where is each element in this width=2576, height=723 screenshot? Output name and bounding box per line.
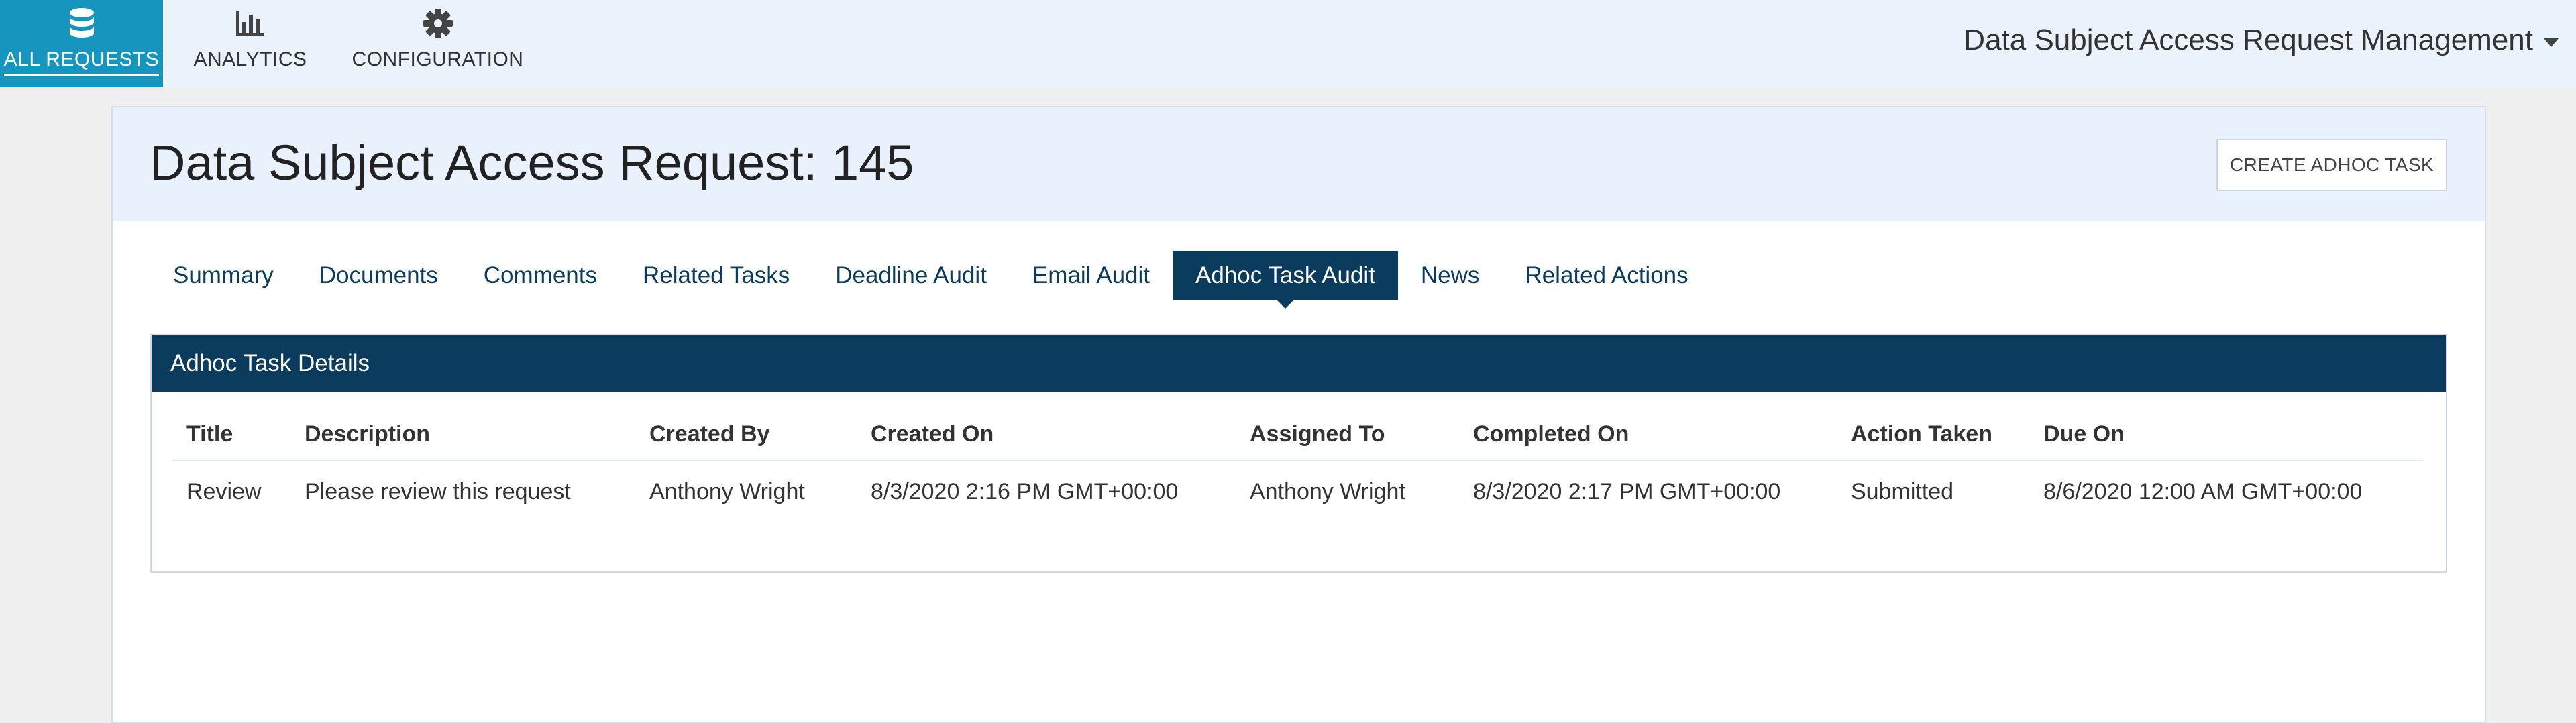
nav-label: ANALYTICS <box>193 48 307 70</box>
column-header-description: Description <box>305 421 431 447</box>
tab-email-audit[interactable]: Email Audit <box>1010 251 1173 300</box>
cell-title: Review <box>186 479 262 504</box>
cell-created-by: Anthony Wright <box>649 479 805 504</box>
column-header-completed-on: Completed On <box>1473 421 1629 447</box>
tab-news[interactable]: News <box>1398 251 1503 300</box>
column-header-action-taken: Action Taken <box>1851 421 1992 447</box>
column-header-created-by: Created By <box>649 421 770 447</box>
tab-related-actions[interactable]: Related Actions <box>1502 251 1711 300</box>
cell-action-taken: Submitted <box>1851 479 1954 504</box>
cell-assigned-to: Anthony Wright <box>1250 479 1405 504</box>
table-header-row: Title Description Created By Created On … <box>172 417 2423 461</box>
nav-label: CONFIGURATION <box>352 48 524 70</box>
request-panel: Data Subject Access Request: 145 CREATE … <box>111 106 2486 723</box>
cell-created-on: 8/3/2020 2:16 PM GMT+00:00 <box>871 479 1179 504</box>
app-switcher-dropdown[interactable]: Data Subject Access Request Management <box>1964 20 2559 60</box>
tab-comments[interactable]: Comments <box>461 251 620 300</box>
tab-deadline-audit[interactable]: Deadline Audit <box>812 251 1010 300</box>
adhoc-task-table: Title Description Created By Created On … <box>172 417 2423 522</box>
nav-label: ALL REQUESTS <box>3 48 160 76</box>
adhoc-task-details-card: Adhoc Task Details Title Description Cre… <box>150 334 2447 573</box>
column-header-due-on: Due On <box>2043 421 2125 447</box>
cell-due-on: 8/6/2020 12:00 AM GMT+00:00 <box>2043 479 2363 504</box>
tab-summary[interactable]: Summary <box>150 251 297 300</box>
app-title: Data Subject Access Request Management <box>1964 23 2533 56</box>
cell-description: Please review this request <box>305 479 571 504</box>
column-header-title: Title <box>186 421 233 447</box>
tab-adhoc-task-audit[interactable]: Adhoc Task Audit <box>1173 251 1398 309</box>
page-header: Data Subject Access Request: 145 CREATE … <box>113 107 2485 221</box>
table-row: Review Please review this request Anthon… <box>172 461 2423 522</box>
tab-bar: Summary Documents Comments Related Tasks… <box>150 251 1711 309</box>
database-icon <box>68 5 95 42</box>
create-adhoc-task-button[interactable]: CREATE ADHOC TASK <box>2216 139 2447 191</box>
column-header-assigned-to: Assigned To <box>1250 421 1385 447</box>
top-navigation-bar: ALL REQUESTS ANALYTICS CONFIGURATION Dat… <box>0 0 2576 87</box>
page-title: Data Subject Access Request: 145 <box>150 135 914 190</box>
nav-configuration[interactable]: CONFIGURATION <box>342 0 533 87</box>
tab-documents[interactable]: Documents <box>297 251 461 300</box>
bar-chart-icon <box>235 5 266 42</box>
tab-related-tasks[interactable]: Related Tasks <box>620 251 812 300</box>
column-header-created-on: Created On <box>871 421 994 447</box>
caret-down-icon <box>2544 38 2559 47</box>
nav-analytics[interactable]: ANALYTICS <box>180 0 321 87</box>
nav-all-requests[interactable]: ALL REQUESTS <box>0 0 163 87</box>
cell-completed-on: 8/3/2020 2:17 PM GMT+00:00 <box>1473 479 1781 504</box>
card-heading: Adhoc Task Details <box>152 335 2446 392</box>
gear-icon <box>423 5 453 42</box>
